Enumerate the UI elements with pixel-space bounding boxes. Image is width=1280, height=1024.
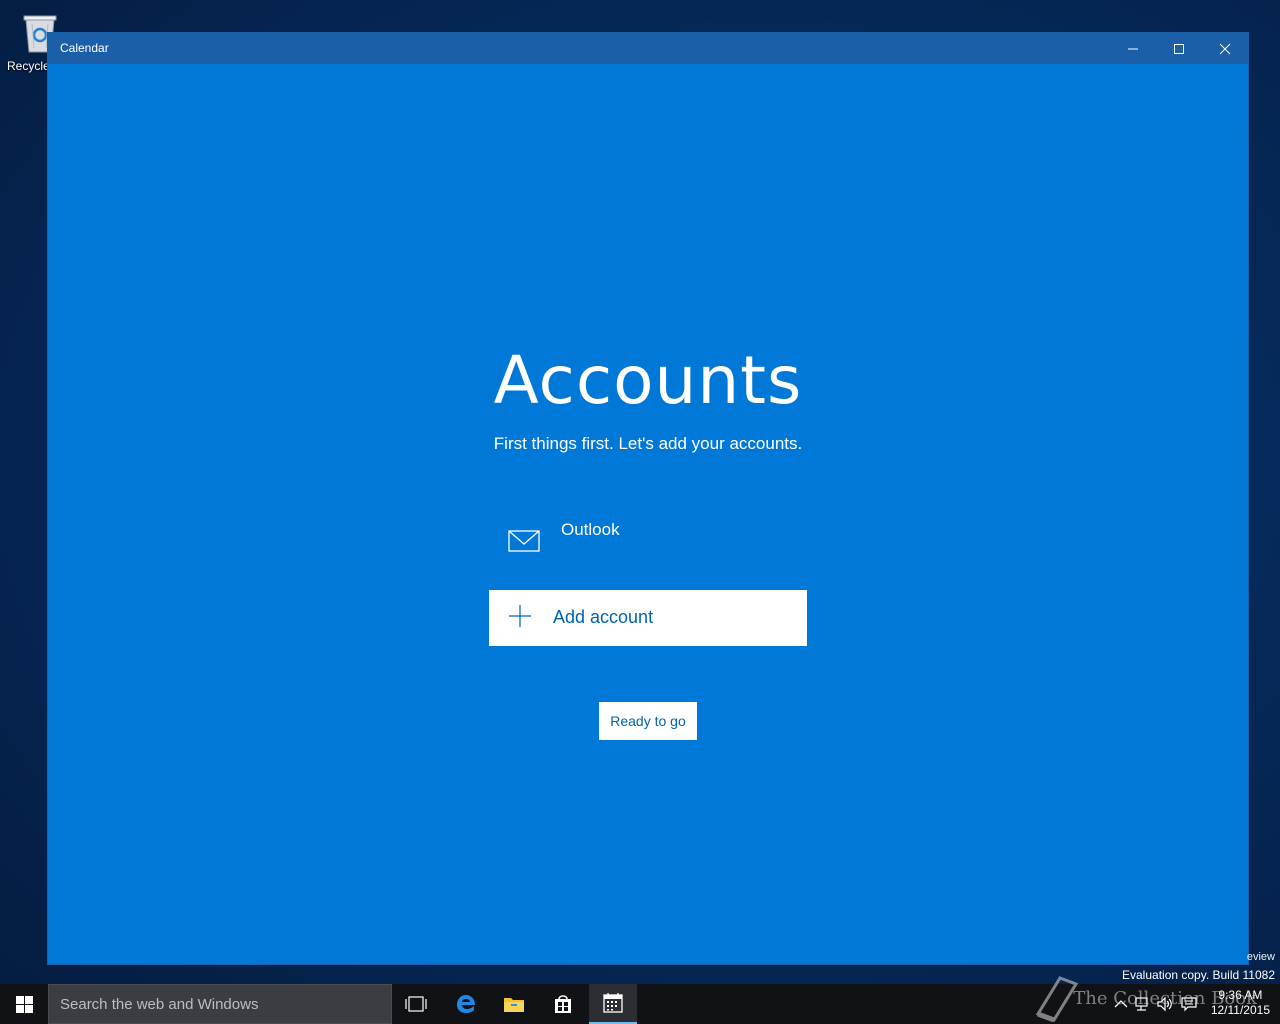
store-button[interactable] [539,984,587,1024]
mail-icon [508,530,540,552]
calendar-window: Calendar Accounts First things first. Le… [47,32,1249,965]
folder-icon [504,998,524,1012]
file-explorer-button[interactable] [490,984,538,1024]
search-input[interactable] [49,985,391,1023]
add-account-button[interactable]: Add account [489,590,807,646]
calendar-icon [603,993,623,1013]
title-bar[interactable]: Calendar [48,33,1248,64]
page-title: Accounts [493,342,803,419]
accounts-page: Accounts First things first. Let's add y… [48,64,1248,965]
maximize-icon [1174,43,1184,54]
minimize-icon [1128,48,1138,49]
evaluation-text: Evaluation copy. Build 11082 [1122,968,1275,982]
preview-text: eview [1246,951,1275,963]
task-view-button[interactable] [392,984,440,1024]
add-account-label: Add account [553,607,654,627]
calendar-taskbar-button[interactable] [589,984,637,1024]
maximize-button[interactable] [1156,33,1202,64]
watermark-text: The Collection Book [1073,988,1257,1009]
page-subtitle: First things first. Let's add your accou… [493,434,803,453]
edge-button[interactable] [442,984,490,1024]
search-box[interactable] [48,984,392,1024]
recycle-bin-label: Recycle [7,59,50,73]
windows-logo-icon [15,995,33,1013]
task-view-icon [405,996,427,1012]
ready-to-go-button[interactable]: Ready to go [599,702,697,740]
start-button[interactable] [0,984,48,1024]
close-icon [1219,43,1231,54]
window-title: Calendar [60,41,109,55]
account-item-outlook[interactable]: Outlook [508,520,828,562]
minimize-button[interactable] [1110,33,1156,64]
account-name: Outlook [561,520,620,539]
close-button[interactable] [1202,33,1248,64]
store-icon [555,995,571,1013]
edge-icon [457,995,475,1013]
plus-icon [509,605,531,627]
